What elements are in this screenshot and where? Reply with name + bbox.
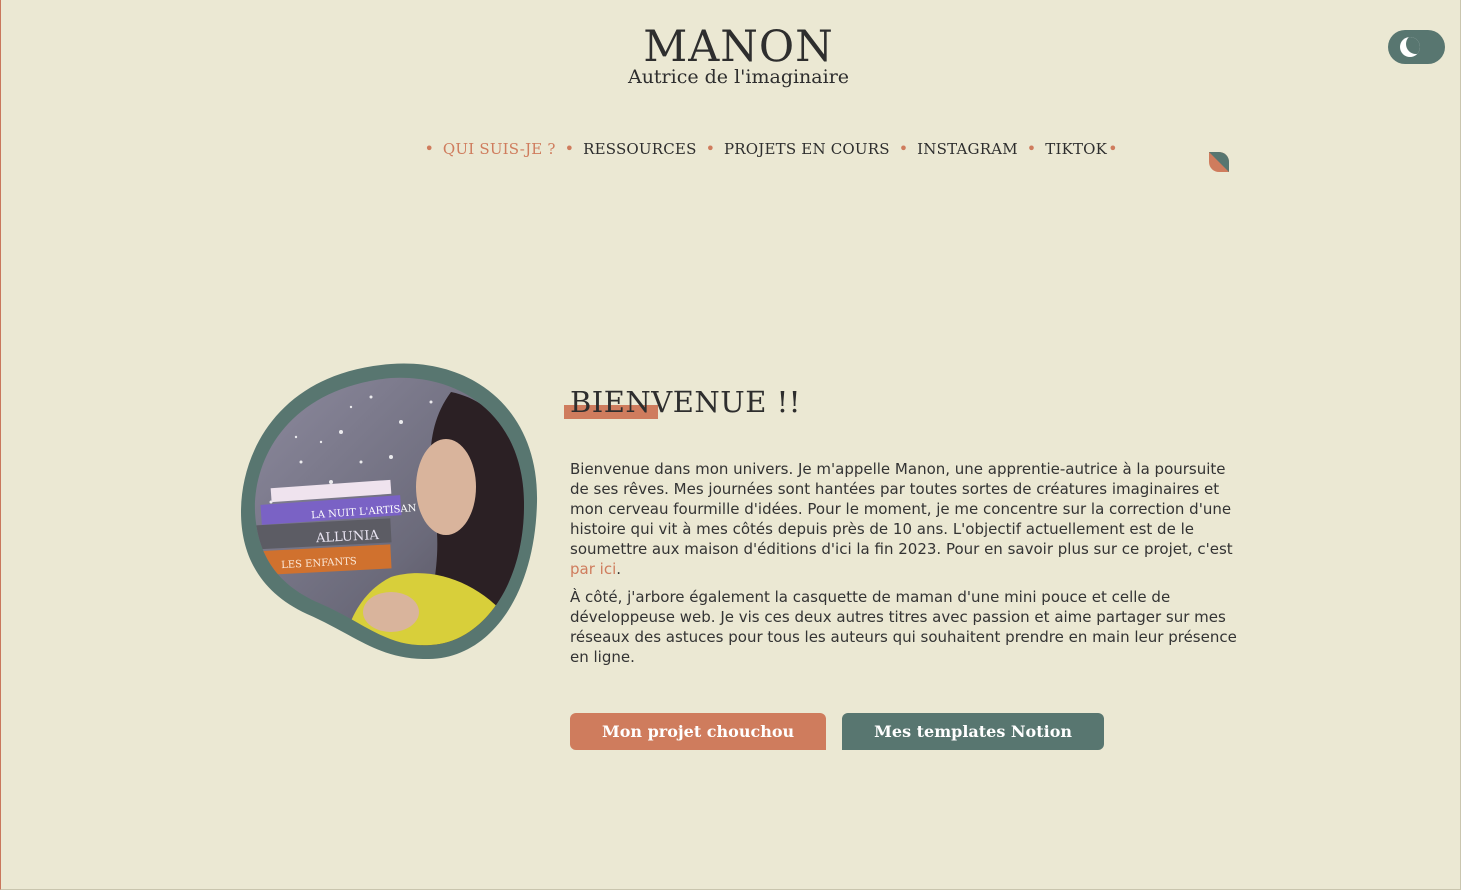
theme-toggle-button[interactable] [1388, 30, 1445, 64]
notion-templates-button[interactable]: Mes templates Notion [842, 713, 1104, 750]
profile-photo: LA NUIT L'ARTISAN ALLUNIA LES ENFANTS [241, 362, 538, 659]
nav-item-tiktok[interactable]: TIKTOK [1045, 140, 1107, 158]
moon-icon [1400, 37, 1420, 57]
brand-logo[interactable]: MANON Autrice de l'imaginaire [0, 22, 1461, 88]
nav-separator: • [1108, 139, 1118, 158]
welcome-section: BIENVENUE !! Bienvenue dans mon univers.… [564, 383, 1242, 750]
nav-item-ressources[interactable]: RESSOURCES [583, 140, 696, 158]
nav-separator: • [705, 139, 715, 158]
nav-item-projets-en-cours[interactable]: PROJETS EN COURS [724, 140, 890, 158]
nav-separator: • [1026, 139, 1037, 158]
nav-separator: • [564, 139, 575, 158]
brand-title: MANON [643, 22, 834, 72]
intro-text: Bienvenue dans mon univers. Je m'appelle… [570, 460, 1233, 558]
project-link[interactable]: par ici [570, 560, 616, 578]
brand-subtitle: Autrice de l'imaginaire [627, 66, 850, 88]
main-nav: • QUI SUIS-JE ? • RESSOURCES • PROJETS E… [0, 139, 1461, 158]
about-paragraph: À côté, j'arbore également la casquette … [570, 588, 1237, 666]
cta-buttons: Mon projet chouchou Mes templates Notion [570, 713, 1242, 750]
page-title: BIENVENUE !! [564, 383, 1242, 421]
intro-paragraph: Bienvenue dans mon univers. Je m'appelle… [570, 459, 1242, 579]
intro-end: . [616, 560, 622, 578]
favorite-project-button[interactable]: Mon projet chouchou [570, 713, 827, 750]
page-title-text: BIENVENUE !! [570, 385, 801, 419]
nav-item-qui-suis-je[interactable]: QUI SUIS-JE ? [443, 140, 556, 158]
leaf-icon [1209, 152, 1229, 172]
nav-separator: • [424, 139, 434, 158]
nav-item-instagram[interactable]: INSTAGRAM [917, 140, 1018, 158]
nav-separator: • [898, 139, 909, 158]
